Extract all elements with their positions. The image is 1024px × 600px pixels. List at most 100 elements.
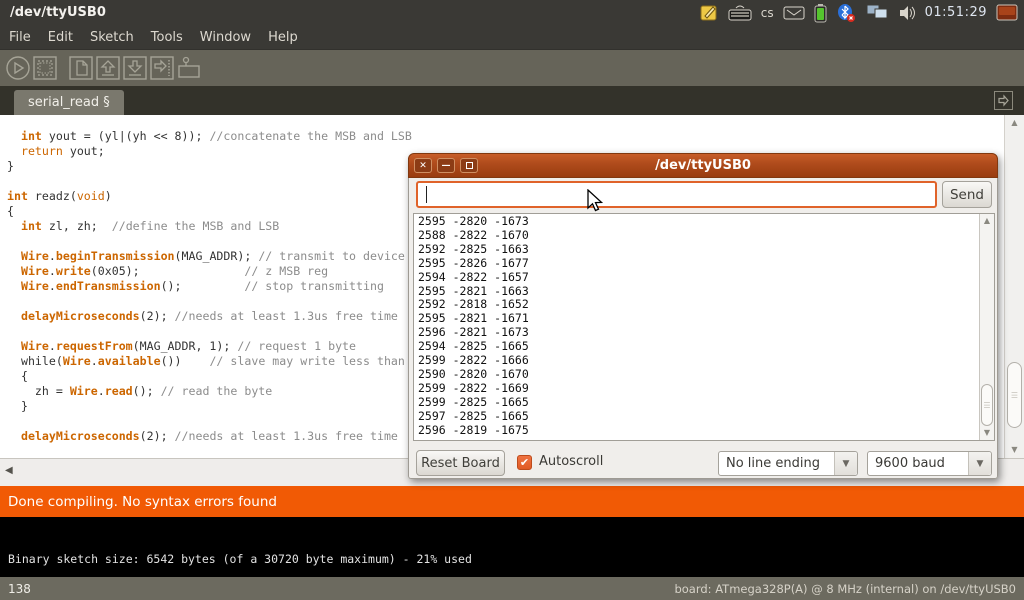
code-line: } [7, 399, 412, 414]
code-line: Wire.write(0x05); // z MSB reg [7, 264, 412, 279]
stop-button[interactable] [31, 55, 58, 82]
serial-monitor-titlebar[interactable]: ✕ — /dev/ttyUSB0 [408, 153, 998, 178]
code-line: int readz(void) [7, 189, 412, 204]
code-line: Wire.beginTransmission(MAG_ADDR); // tra… [7, 249, 412, 264]
chevron-down-icon[interactable]: ▼ [968, 452, 991, 475]
ide-status-bar: Done compiling. No syntax errors found [0, 486, 1024, 517]
code-line: Wire.endTransmission(); // stop transmit… [7, 279, 412, 294]
code-line: { [7, 204, 412, 219]
code-line: int yout = (yl|(yh << 8)); //concatenate… [7, 129, 412, 144]
serial-monitor-body: Send 2595 -2820 -1673 2588 -2822 -1670 2… [408, 178, 998, 479]
mail-icon[interactable] [783, 5, 805, 21]
code-line: int zl, zh; //define the MSB and LSB [7, 219, 412, 234]
session-icon[interactable] [996, 4, 1018, 22]
tab-label: serial_read § [28, 95, 110, 110]
menu-edit[interactable]: Edit [48, 30, 73, 45]
scroll-down-icon[interactable]: ▼ [980, 426, 994, 440]
chevron-down-icon[interactable]: ▼ [834, 452, 857, 475]
serial-scrollbar[interactable]: ▲ ☰ ▼ [979, 214, 994, 440]
console-output: Binary sketch size: 6542 bytes (of a 307… [8, 552, 472, 566]
baud-rate-value: 9600 baud [868, 452, 968, 475]
clock[interactable]: 01:51:29 [925, 5, 987, 20]
verify-icon [5, 55, 31, 81]
scroll-down-icon[interactable]: ▼ [1005, 443, 1024, 457]
code-line: } [7, 159, 412, 174]
upload-button[interactable] [148, 55, 175, 82]
serial-monitor-controls: Reset Board ✔ Autoscroll No line ending … [409, 446, 997, 479]
upload-icon [149, 55, 175, 81]
menu-file[interactable]: File [9, 30, 31, 45]
window-title: /dev/ttyUSB0 [10, 5, 106, 20]
top-panel: /dev/ttyUSB0 cs 01:51:29 [0, 0, 1024, 25]
code-line [7, 294, 412, 309]
menu-window[interactable]: Window [200, 30, 251, 45]
minimize-button[interactable]: — [437, 158, 455, 173]
mouse-cursor [586, 189, 604, 213]
code-line [7, 234, 412, 249]
tab-menu-button[interactable] [994, 91, 1013, 110]
build-console: Binary sketch size: 6542 bytes (of a 307… [0, 517, 1024, 577]
menu-bar: File Edit Sketch Tools Window Help [0, 25, 1024, 50]
tab-bar: serial_read § [0, 86, 1024, 115]
volume-icon[interactable] [898, 4, 916, 22]
menu-sketch[interactable]: Sketch [90, 30, 134, 45]
autoscroll-label: Autoscroll [539, 454, 603, 469]
code-line [7, 324, 412, 339]
scroll-up-icon[interactable]: ▲ [1005, 116, 1024, 130]
open-button[interactable] [94, 55, 121, 82]
new-sketch-icon [68, 55, 94, 81]
serial-output: 2595 -2820 -1673 2588 -2822 -1670 2592 -… [418, 215, 529, 438]
open-icon [95, 55, 121, 81]
save-button[interactable] [121, 55, 148, 82]
code-line: { [7, 369, 412, 384]
new-sketch-button[interactable] [67, 55, 94, 82]
serial-monitor-window: ✕ — /dev/ttyUSB0 Send 2595 -2820 -1673 2… [408, 153, 998, 479]
footer-status-bar: 138 board: ATmega328P(A) @ 8 MHz (intern… [0, 577, 1024, 600]
text-caret [426, 186, 427, 203]
maximize-button[interactable] [460, 158, 478, 173]
editor-scrollbar-thumb[interactable]: ☰ [1007, 362, 1022, 428]
tab-serial-read[interactable]: serial_read § [14, 90, 124, 115]
reset-board-button[interactable]: Reset Board [416, 450, 505, 476]
system-tray: cs 01:51:29 [700, 3, 1018, 23]
scroll-left-icon[interactable]: ◀ [5, 465, 13, 476]
line-ending-value: No line ending [719, 452, 834, 475]
code-area: int yout = (yl|(yh << 8)); //concatenate… [7, 129, 412, 444]
autoscroll-checkbox[interactable]: ✔ [517, 455, 532, 470]
serial-monitor-icon [176, 55, 202, 81]
send-button[interactable]: Send [942, 181, 992, 208]
bluetooth-icon[interactable] [836, 3, 856, 23]
verify-button[interactable] [4, 55, 31, 82]
code-line: zh = Wire.read(); // read the byte [7, 384, 412, 399]
battery-icon[interactable] [814, 3, 827, 23]
keyboard-icon[interactable] [728, 4, 752, 22]
serial-monitor-title: /dev/ttyUSB0 [409, 158, 997, 173]
code-line: Wire.requestFrom(MAG_ADDR, 1); // reques… [7, 339, 412, 354]
close-button[interactable]: ✕ [414, 158, 432, 173]
note-icon[interactable] [700, 3, 719, 22]
menu-help[interactable]: Help [268, 30, 298, 45]
line-ending-dropdown[interactable]: No line ending ▼ [718, 451, 858, 476]
serial-monitor-button[interactable] [175, 55, 202, 82]
code-line [7, 414, 412, 429]
toolbar [0, 50, 1024, 86]
tab-menu-arrow-icon [997, 94, 1010, 107]
code-line: delayMicroseconds(2); //needs at least 1… [7, 309, 412, 324]
keyboard-layout-indicator[interactable]: cs [761, 6, 774, 20]
code-line: delayMicroseconds(2); //needs at least 1… [7, 429, 412, 444]
serial-scrollbar-thumb[interactable]: ☰ [981, 384, 993, 426]
code-line: return yout; [7, 144, 412, 159]
scroll-up-icon[interactable]: ▲ [980, 214, 994, 228]
baud-rate-dropdown[interactable]: 9600 baud ▼ [867, 451, 992, 476]
stop-icon [32, 55, 58, 81]
editor-vertical-scrollbar[interactable]: ▲ ☰ ▼ [1004, 115, 1024, 458]
code-line: while(Wire.available()) // slave may wri… [7, 354, 412, 369]
save-icon [122, 55, 148, 81]
menu-tools[interactable]: Tools [151, 30, 183, 45]
screen: /dev/ttyUSB0 cs 01:51:29 File Edit Sketch T… [0, 0, 1024, 600]
serial-input[interactable] [416, 181, 937, 208]
status-message: Done compiling. No syntax errors found [8, 494, 277, 510]
network-icon[interactable] [865, 3, 889, 22]
serial-output-area[interactable]: 2595 -2820 -1673 2588 -2822 -1670 2592 -… [413, 213, 995, 441]
code-line [7, 174, 412, 189]
